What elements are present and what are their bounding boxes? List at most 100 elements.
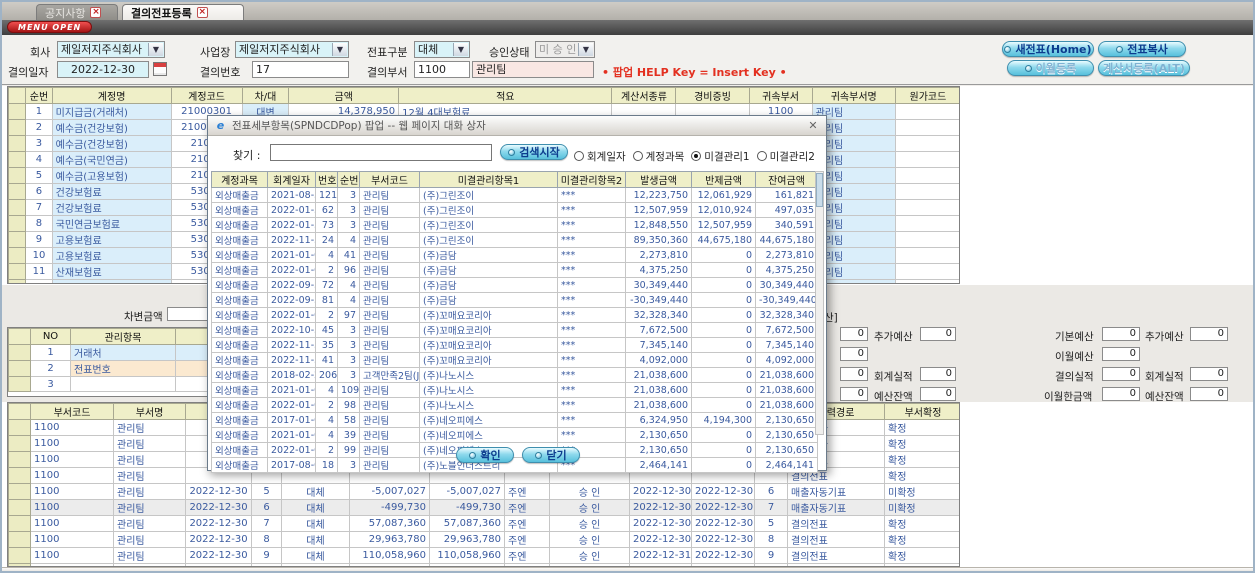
table-row[interactable]: 외상매출금2022-01-00298관리팀(주)나노시스***21,038,60…	[211, 397, 818, 413]
table-row[interactable]: 1100 관리팀 2022-12-30 7 대체 57,087,360 57,087,360…	[8, 515, 959, 532]
budget-field[interactable]: 0	[1190, 367, 1228, 381]
dept-code-field[interactable]: 1100	[414, 61, 470, 78]
cell: 0	[691, 277, 756, 293]
radio-button-icon[interactable]	[691, 151, 702, 161]
radio-button-icon[interactable]	[756, 151, 767, 161]
table-row[interactable]: 외상매출금2017-01-00458관리팀(주)네오피에스***6,324,95…	[211, 412, 818, 428]
table-row[interactable]: 1100 관리팀 2022-12-30 8 대체 29,963,780 29,963,780…	[8, 531, 959, 548]
cell: 관리팀	[359, 262, 420, 278]
table-row[interactable]: 외상매출금2021-01-004109관리팀(주)나노시스***21,038,6…	[211, 382, 818, 398]
search-start-button[interactable]: 검색시작	[500, 144, 568, 160]
tab-close-icon[interactable]: ×	[90, 7, 102, 18]
budget-field[interactable]: 0	[920, 327, 956, 341]
budget-field[interactable]: 0	[1190, 387, 1228, 401]
menu-open-badge[interactable]: MENU OPEN	[7, 21, 93, 33]
table-row[interactable]: 외상매출금2022-11-30413관리팀(주)꼬매요코리아***4,092,0…	[211, 352, 818, 368]
slip-type-select[interactable]: 대체 ▼	[414, 41, 470, 58]
budget-field[interactable]: 0	[840, 347, 868, 361]
header-row: 계정과목 회계일자 번호 순번 부서코드 미결관리항목1 미결관리항목2 발생금액 반제금액 잔여…	[211, 171, 818, 188]
table-row[interactable]: 외상매출금2022-10-31453관리팀(주)꼬매요코리아***7,672,5…	[211, 322, 818, 338]
budget-field[interactable]: 0	[1102, 327, 1140, 341]
budget-field[interactable]: 0	[1190, 327, 1228, 341]
chevron-down-icon[interactable]: ▼	[453, 43, 468, 56]
budget-label: 회계실적	[874, 371, 913, 383]
search-input[interactable]	[270, 144, 492, 161]
date-field[interactable]: 2022-12-30	[57, 61, 149, 78]
cell	[894, 119, 959, 136]
calendar-icon[interactable]	[153, 62, 167, 76]
cell: 관리팀	[359, 397, 420, 413]
cell: 2	[315, 262, 338, 278]
cell: 58	[337, 412, 360, 428]
chevron-down-icon[interactable]: ▼	[148, 43, 163, 56]
copy-slip-button[interactable]: 전표복사	[1098, 41, 1186, 57]
chevron-down-icon[interactable]: ▼	[332, 43, 347, 56]
column-header: 계산서종류	[611, 87, 677, 104]
tab-voucher-label: 결의전표등록	[131, 6, 192, 20]
tab-notice[interactable]: 공지사항 ×	[36, 4, 118, 20]
cell: 매출자동기표	[787, 483, 885, 500]
table-row[interactable]: 1100 관리팀 2022-12-30 6 대체 -499,730 -499,730 주엔 승 …	[8, 499, 959, 516]
table-row[interactable]: 외상매출금2021-08-311213관리팀(주)그린조이***12,223,7…	[211, 187, 818, 203]
radio-미결관리2[interactable]: 미결관리2	[756, 149, 815, 164]
cell: 0	[691, 397, 756, 413]
table-row[interactable]: 외상매출금2022-01-31623관리팀(주)그린조이***12,507,95…	[211, 202, 818, 218]
scrollbar-thumb[interactable]	[816, 173, 823, 207]
cell: 관리팀	[113, 547, 186, 564]
column-header: 미결관리항목1	[419, 171, 558, 188]
site-select[interactable]: 제일저지주식회사 ▼	[235, 41, 349, 58]
table-row[interactable]: 외상매출금2022-09-30724관리팀(주)금담***30,349,4400…	[211, 277, 818, 293]
cell	[894, 151, 959, 168]
cell	[8, 263, 27, 280]
table-row[interactable]: 외상매출금2022-01-00299관리팀(주)네오피에스***2,130,65…	[211, 442, 818, 458]
cell: 외상매출금	[211, 277, 268, 293]
table-row[interactable]: 1100 관리팀 2022-12-30 5 대체 -5,007,027 -5,007,027…	[8, 483, 959, 500]
cell: 거래처	[70, 344, 176, 361]
cell: 고용보험료	[51, 231, 172, 248]
table-row[interactable]: 외상매출금2022-01-31733관리팀(주)그린조이***12,848,55…	[211, 217, 818, 233]
cell: 1	[30, 344, 71, 361]
budget-field[interactable]: 0	[840, 367, 868, 381]
table-row[interactable]: 외상매출금2021-01-00439관리팀(주)네오피에스***2,130,65…	[211, 427, 818, 443]
cell: 고객만족2팀(J2	[359, 367, 420, 383]
table-row[interactable]: 외상매출금2017-08-01183관리팀(주)노블인더스트리***2,464,…	[211, 457, 818, 473]
cell: (주)금담	[419, 262, 558, 278]
number-field[interactable]: 17	[252, 61, 349, 78]
company-select[interactable]: 제일저지주식회사 ▼	[57, 41, 165, 58]
table-row[interactable]: 외상매출금2021-01-00441관리팀(주)금담***2,273,81002…	[211, 247, 818, 263]
cell: 7	[754, 499, 788, 516]
close-icon[interactable]: ✕	[806, 119, 820, 132]
budget-field[interactable]: 0	[1102, 367, 1140, 381]
budget-field[interactable]: 0	[920, 387, 956, 401]
radio-미결관리1[interactable]: 미결관리1	[691, 149, 750, 164]
cell: 4	[337, 232, 360, 248]
table-row[interactable]: 외상매출금2022-01-00296관리팀(주)금담***4,375,25004…	[211, 262, 818, 278]
dialog-title-bar[interactable]: e 전표세부항목(SPNDCDPop) 팝업 -- 웹 페이지 대화 상자 ✕	[208, 116, 826, 136]
tab-voucher-entry[interactable]: 결의전표등록 ×	[122, 4, 244, 20]
radio-계정과목[interactable]: 계정과목	[632, 149, 684, 164]
dialog-scrollbar[interactable]	[815, 171, 824, 435]
cell: 12,507,959	[625, 202, 692, 218]
table-row[interactable]: 1100 관리팀 2022-12-30 9 대체 110,058,960 110,058,9…	[8, 547, 959, 564]
ok-button[interactable]: 확인	[456, 447, 514, 463]
table-row[interactable]: 외상매출금2018-02-282063고객만족2팀(J2(주)나노시스***21…	[211, 367, 818, 383]
tab-close-icon[interactable]: ×	[196, 7, 208, 18]
table-row[interactable]: 외상매출금2022-11-30353관리팀(주)꼬매요코리아***7,345,1…	[211, 337, 818, 353]
table-row[interactable]: 외상매출금2022-01-00297관리팀(주)꼬매요코리아***32,328,…	[211, 307, 818, 323]
new-slip-button[interactable]: 새전표(Home)	[1002, 41, 1094, 57]
cell: 4,375,250	[755, 262, 818, 278]
radio-회계일자[interactable]: 회계일자	[574, 149, 626, 164]
dialog-close-button[interactable]: 닫기	[522, 447, 580, 463]
radio-button-icon[interactable]	[574, 151, 584, 161]
cell: 2022-12-30	[691, 531, 755, 548]
cell	[8, 360, 31, 377]
budget-field[interactable]: 0	[1102, 347, 1140, 361]
budget-field[interactable]: 0	[840, 387, 868, 401]
cell: 0	[691, 367, 756, 383]
radio-button-icon[interactable]	[632, 151, 643, 161]
budget-field[interactable]: 0	[920, 367, 956, 381]
budget-field[interactable]: 0	[1102, 387, 1140, 401]
budget-field[interactable]: 0	[840, 327, 868, 341]
table-row[interactable]: 외상매출금2022-11-30244관리팀(주)그린조이***89,350,36…	[211, 232, 818, 248]
table-row[interactable]: 외상매출금2022-09-30814관리팀(주)금담***-30,349,440…	[211, 292, 818, 308]
